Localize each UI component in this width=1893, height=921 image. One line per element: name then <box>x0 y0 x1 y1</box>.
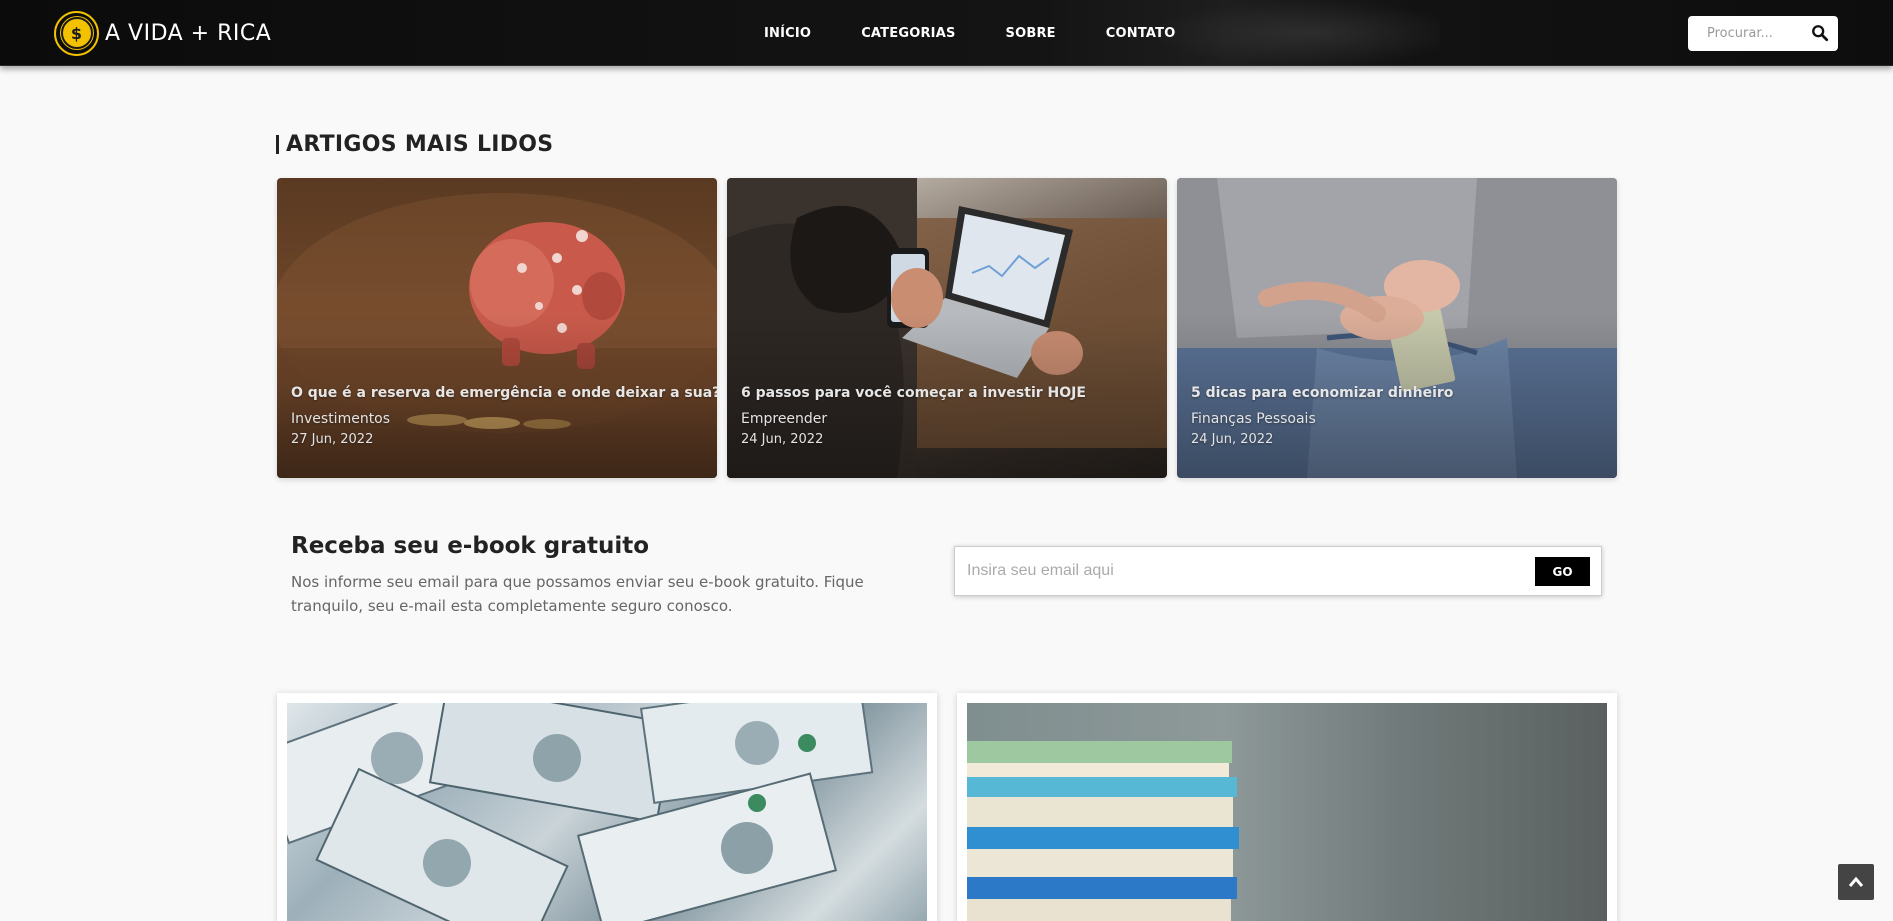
nav-link-inicio[interactable]: INÍCIO <box>764 26 811 41</box>
ebook-heading: Receba seu e-book gratuito <box>291 533 650 559</box>
article-title[interactable]: O que é a reserva de emergência e onde d… <box>291 385 717 401</box>
article-category[interactable]: Empreender <box>741 411 1086 427</box>
article-card-start-investing[interactable]: 6 passos para você começar a investir HO… <box>727 178 1167 478</box>
ebook-description: Nos informe seu email para que possamos … <box>291 573 864 615</box>
book-stack-image <box>967 703 1607 921</box>
article-category[interactable]: Investimentos <box>291 411 717 427</box>
article-title[interactable]: 6 passos para você começar a investir HO… <box>741 385 1086 401</box>
nav-link-categorias[interactable]: CATEGORIAS <box>861 26 955 41</box>
article-card-emergency-reserve[interactable]: O que é a reserva de emergência e onde d… <box>277 178 717 478</box>
article-card-save-money[interactable]: 5 dicas para economizar dinheiro Finança… <box>1177 178 1617 478</box>
post-card[interactable] <box>957 693 1617 921</box>
post-card[interactable] <box>277 693 937 921</box>
site-logo[interactable]: $ A VIDA + RICA <box>54 10 271 56</box>
coin-logo-icon: $ <box>54 10 99 56</box>
main-nav: INÍCIO CATEGORIAS SOBRE CONTATO <box>764 0 1225 66</box>
card-info: 5 dicas para economizar dinheiro Finança… <box>1191 385 1453 447</box>
back-to-top-button[interactable] <box>1838 864 1874 900</box>
article-date: 27 Jun, 2022 <box>291 432 374 447</box>
article-date: 24 Jun, 2022 <box>1191 432 1274 447</box>
go-button[interactable]: GO <box>1535 557 1590 586</box>
card-info: 6 passos para você começar a investir HO… <box>741 385 1086 447</box>
search-icon[interactable] <box>1811 24 1829 42</box>
dollar-bills-image <box>287 703 927 921</box>
newsletter-form: GO <box>954 546 1602 596</box>
chevron-up-icon <box>1848 876 1864 887</box>
article-date: 24 Jun, 2022 <box>741 432 824 447</box>
book-stack-illustration <box>967 741 1239 921</box>
email-input[interactable] <box>967 555 1467 587</box>
dollar-bills-illustration <box>287 703 874 921</box>
top-navbar: $ A VIDA + RICA INÍCIO CATEGORIAS SOBRE … <box>0 0 1893 66</box>
nav-link-sobre[interactable]: SOBRE <box>1006 26 1056 41</box>
site-name: A VIDA + RICA <box>105 20 272 46</box>
most-read-heading: ARTIGOS MAIS LIDOS <box>276 132 553 157</box>
coin-symbol: $ <box>60 17 93 49</box>
search-input[interactable] <box>1688 17 1798 50</box>
nav-link-contato[interactable]: CONTATO <box>1106 26 1176 41</box>
article-category[interactable]: Finanças Pessoais <box>1191 411 1453 427</box>
card-info: O que é a reserva de emergência e onde d… <box>291 385 717 447</box>
most-read-title: ARTIGOS MAIS LIDOS <box>286 132 554 157</box>
search-box <box>1688 16 1838 51</box>
article-title[interactable]: 5 dicas para economizar dinheiro <box>1191 385 1453 401</box>
heading-accent-bar <box>276 135 279 154</box>
